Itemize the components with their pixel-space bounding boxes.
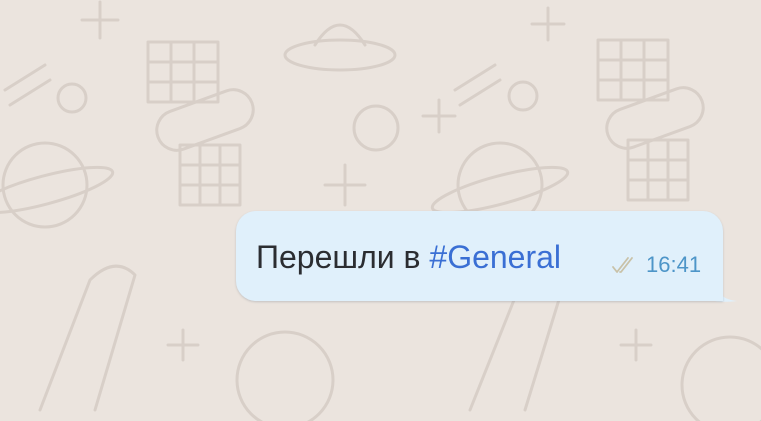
message-body: Перешли в <box>256 239 430 275</box>
message-bubble[interactable]: Перешли в #General 16:41 <box>236 211 723 301</box>
message-time: 16:41 <box>646 252 702 277</box>
double-check-icon <box>612 257 633 273</box>
chat-area: Перешли в #General 16:41 <box>0 0 761 421</box>
message-meta: 16:41 <box>610 252 701 278</box>
hashtag-link[interactable]: #General <box>429 239 561 275</box>
message-text: Перешли в #General <box>256 238 561 276</box>
